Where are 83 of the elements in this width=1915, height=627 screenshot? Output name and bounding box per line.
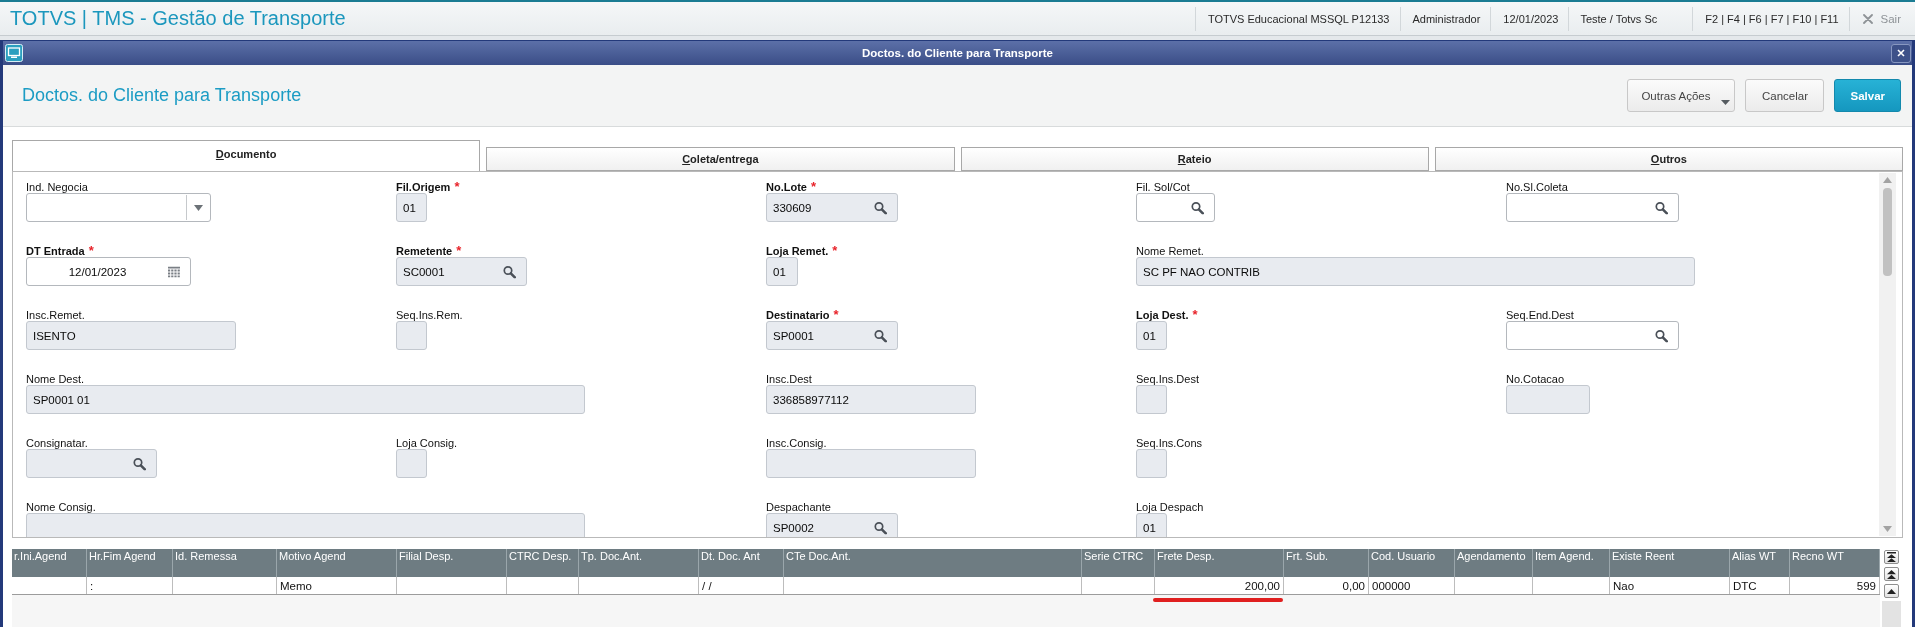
cancel-button[interactable]: Cancelar bbox=[1745, 79, 1825, 112]
down-triangle-icon[interactable] bbox=[1883, 526, 1892, 532]
search-icon[interactable] bbox=[1655, 201, 1668, 214]
monitor-icon bbox=[5, 44, 23, 62]
search-icon[interactable] bbox=[1191, 201, 1204, 214]
window-title: Doctos. do Cliente para Transporte bbox=[861, 47, 1054, 59]
close-icon bbox=[1897, 49, 1905, 57]
required-mark: * bbox=[88, 244, 94, 257]
table-cell: / / bbox=[702, 579, 712, 592]
search-icon[interactable] bbox=[1655, 329, 1668, 342]
lookup-field[interactable] bbox=[1506, 321, 1679, 350]
up-triangle-icon[interactable] bbox=[1883, 177, 1892, 183]
field-label: Insc.Consig. bbox=[766, 436, 827, 449]
tab[interactable]: Documento bbox=[12, 140, 481, 171]
field-label: DT Entrada bbox=[26, 244, 85, 257]
field-label: No.Lote bbox=[766, 180, 807, 193]
lookup-field[interactable] bbox=[1506, 193, 1679, 222]
save-button[interactable]: Salvar bbox=[1834, 79, 1901, 112]
field-label: No.Sl.Coleta bbox=[1506, 180, 1568, 193]
dropdown-field[interactable] bbox=[26, 193, 211, 222]
tab[interactable]: Rateio bbox=[960, 147, 1429, 171]
field-label: Remetente bbox=[396, 244, 453, 257]
page-up-button[interactable] bbox=[1884, 567, 1899, 581]
session-info: Teste / Totvs Sc bbox=[1580, 12, 1658, 25]
lookup-field[interactable] bbox=[1136, 193, 1215, 222]
field-label: Fil.Origem bbox=[396, 180, 451, 193]
field-label: Loja Dest. bbox=[1136, 308, 1189, 321]
field-label: Seq.Ins.Cons bbox=[1136, 436, 1203, 449]
field-label: Despachante bbox=[766, 500, 831, 513]
field-label: Seq.Ins.Rem. bbox=[396, 308, 463, 321]
table-cell: 599 bbox=[1856, 579, 1876, 592]
scroll-thumb[interactable] bbox=[1883, 188, 1892, 276]
previous-record-button[interactable] bbox=[1884, 584, 1899, 598]
page-title: Doctos. do Cliente para Transporte bbox=[22, 85, 302, 106]
field-label: Seq.Ins.Dest bbox=[1136, 372, 1199, 385]
double-up-icon bbox=[1887, 569, 1896, 579]
session-info: 12/01/2023 bbox=[1503, 12, 1559, 25]
calendar-icon[interactable] bbox=[168, 266, 180, 277]
tab[interactable]: Coleta/entrega bbox=[486, 147, 955, 171]
close-icon bbox=[1862, 13, 1873, 24]
field-label: Loja Consig. bbox=[396, 436, 458, 449]
required-mark: * bbox=[456, 244, 462, 257]
shortcut-keys: F2 | F4 | F6 | F7 | F10 | F11 bbox=[1705, 12, 1839, 25]
bar-double-up-icon bbox=[1887, 552, 1896, 562]
field-label: Insc.Dest bbox=[766, 372, 812, 385]
field-label: Destinatario bbox=[766, 308, 830, 321]
caret-down-icon[interactable] bbox=[194, 204, 203, 211]
session-info: TOTVS Educacional MSSQL P12133 bbox=[1207, 12, 1390, 25]
field-label: Fil. Sol/Cot bbox=[1136, 180, 1190, 193]
table-cell: Memo bbox=[280, 579, 312, 592]
required-mark: * bbox=[454, 180, 460, 193]
field-label: Nome Consig. bbox=[26, 500, 96, 513]
table-cell: : bbox=[90, 579, 94, 592]
table-cell: 200,00 bbox=[1244, 579, 1280, 592]
required-mark: * bbox=[810, 180, 816, 193]
table-cell: 000000 bbox=[1372, 579, 1411, 592]
field-label: Ind. Negocia bbox=[26, 180, 88, 193]
tab[interactable]: Outros bbox=[1434, 147, 1903, 171]
table-cell: 0,00 bbox=[1342, 579, 1365, 592]
session-info: Administrador bbox=[1412, 12, 1481, 25]
table-cell: Nao bbox=[1613, 579, 1635, 592]
vertical-scrollbar[interactable] bbox=[1879, 173, 1896, 536]
date-field[interactable]: 12/01/2023 bbox=[26, 257, 191, 286]
field-label: Loja Remet. bbox=[766, 244, 829, 257]
field-label: Seq.End.Dest bbox=[1506, 308, 1574, 321]
close-button[interactable] bbox=[1891, 43, 1911, 63]
required-mark: * bbox=[832, 244, 838, 257]
first-record-button[interactable] bbox=[1884, 550, 1899, 564]
exit-button[interactable]: Sair bbox=[1862, 12, 1901, 25]
field-label: Loja Despach bbox=[1136, 500, 1204, 513]
more-actions-button[interactable]: Outras Ações bbox=[1627, 79, 1736, 112]
up-triangle-icon bbox=[1887, 588, 1896, 594]
field-label: Nome Remet. bbox=[1136, 244, 1204, 257]
required-mark: * bbox=[1192, 308, 1198, 321]
table-cell: DTC bbox=[1733, 579, 1757, 592]
field-label: No.Cotacao bbox=[1506, 372, 1565, 385]
caret-down-icon bbox=[1721, 100, 1731, 105]
vertical-scrollbar[interactable] bbox=[1882, 601, 1901, 627]
field-label: Consignatar. bbox=[26, 436, 88, 449]
field-label: Insc.Remet. bbox=[26, 308, 85, 321]
app-title: TOTVS | TMS - Gestão de Transporte bbox=[10, 7, 346, 30]
required-mark: * bbox=[833, 308, 839, 321]
field-label: Nome Dest. bbox=[26, 372, 85, 385]
